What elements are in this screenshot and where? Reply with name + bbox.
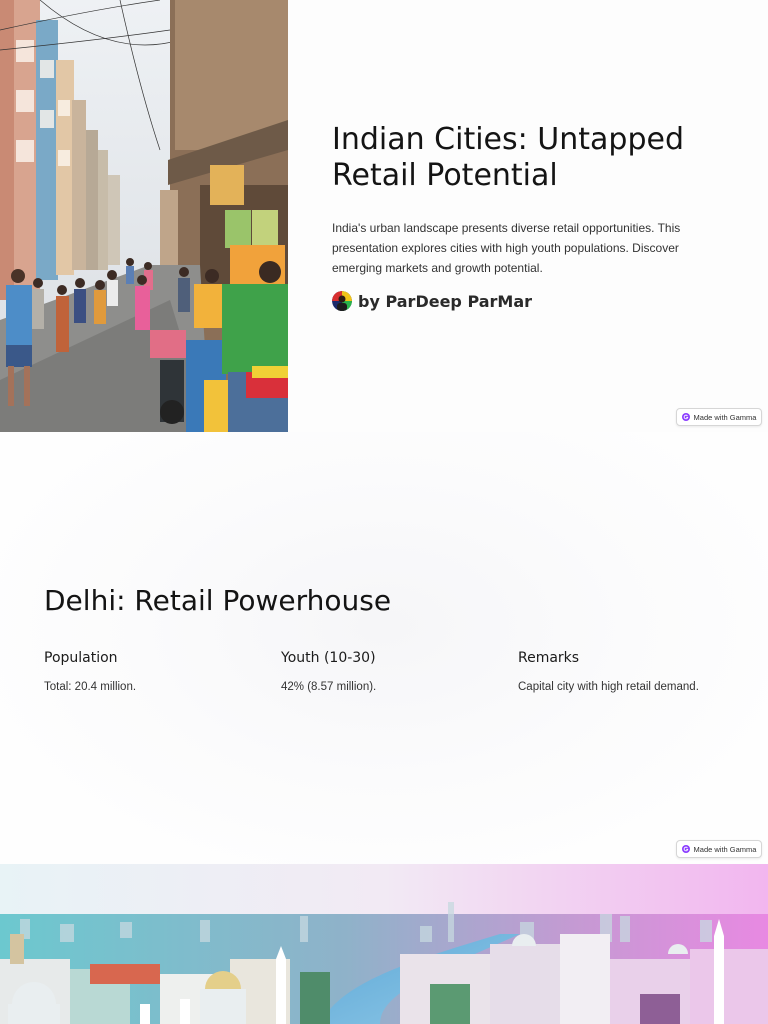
gamma-logo-icon bbox=[681, 413, 690, 421]
delhi-slide: Delhi: Retail Powerhouse Population Tota… bbox=[0, 432, 768, 864]
population-column: Population Total: 20.4 million. bbox=[44, 650, 244, 693]
presentation-title: Indian Cities: Untapped Retail Potential bbox=[332, 122, 684, 193]
column-text: 42% (8.57 million). bbox=[281, 681, 377, 693]
author-byline: by ParDeep ParMar bbox=[332, 289, 532, 313]
presentation-description: India's urban landscape presents diverse… bbox=[332, 221, 681, 275]
city-skyline-slide bbox=[0, 864, 768, 1024]
column-heading: Population bbox=[44, 650, 118, 666]
avatar bbox=[332, 291, 352, 311]
column-heading: Youth (10-30) bbox=[281, 650, 376, 666]
column-heading: Remarks bbox=[518, 650, 580, 666]
youth-column: Youth (10-30) 42% (8.57 million). bbox=[281, 650, 481, 693]
made-with-gamma-badge[interactable]: Made with Gamma bbox=[676, 408, 762, 426]
author-name: by ParDeep ParMar bbox=[358, 291, 533, 311]
column-text: Total: 20.4 million. bbox=[44, 681, 137, 693]
city-skyline-photo bbox=[0, 864, 768, 1024]
street-market-photo bbox=[0, 0, 288, 432]
gamma-logo-icon bbox=[681, 845, 690, 853]
title-slide: Indian Cities: Untapped Retail Potential… bbox=[0, 0, 768, 432]
badge-label: Made with Gamma bbox=[693, 412, 757, 422]
badge-label: Made with Gamma bbox=[693, 844, 757, 854]
column-text: Capital city with high retail demand. bbox=[518, 681, 699, 693]
remarks-column: Remarks Capital city with high retail de… bbox=[518, 650, 718, 693]
made-with-gamma-badge[interactable]: Made with Gamma bbox=[676, 840, 762, 858]
slide-title: Delhi: Retail Powerhouse bbox=[44, 584, 392, 617]
